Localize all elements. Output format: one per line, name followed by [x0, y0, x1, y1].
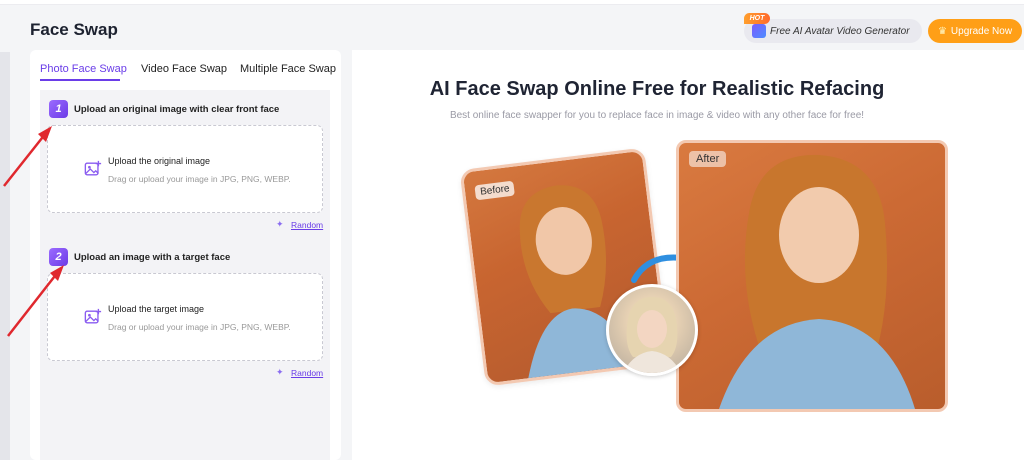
after-label: After [689, 151, 727, 167]
step-1-label: Upload an original image with clear fron… [74, 104, 280, 115]
original-image-dropzone[interactable]: Upload the original image Drag or upload… [47, 125, 323, 213]
target-image-dropzone[interactable]: Upload the target image Drag or upload y… [47, 273, 323, 361]
image-upload-icon [84, 308, 102, 324]
upload-target-hint: Drag or upload your image in JPG, PNG, W… [108, 322, 291, 332]
wand-icon: ✦ [276, 367, 284, 377]
upload-target-title: Upload the target image [108, 304, 205, 314]
target-face-portrait [623, 297, 681, 373]
upgrade-now-button[interactable]: ♛ Upgrade Now [928, 19, 1022, 43]
tab-multiple-face-swap[interactable]: Multiple Face Swap [240, 63, 336, 75]
upload-original-hint: Drag or upload your image in JPG, PNG, W… [108, 174, 291, 184]
hero-subtitle: Best online face swapper for you to repl… [449, 110, 865, 121]
avatar-btn-label: Free AI Avatar Video Generator [770, 25, 910, 37]
tab-video-face-swap[interactable]: Video Face Swap [141, 63, 227, 75]
steps-area: 1 Upload an original image with clear fr… [40, 90, 330, 460]
top-border [0, 0, 1024, 5]
target-face-thumbnail [606, 284, 698, 376]
upload-original-title: Upload the original image [108, 156, 211, 166]
image-upload-icon [84, 160, 102, 176]
wand-icon: ✦ [276, 219, 284, 229]
right-panel: AI Face Swap Online Free for Realistic R… [352, 50, 1024, 460]
crown-icon: ♛ [937, 25, 947, 37]
avatar-logo-icon [752, 24, 766, 38]
hot-badge: HOT [744, 13, 770, 24]
after-portrait [719, 154, 915, 409]
after-image: After [676, 140, 948, 412]
random-original-link[interactable]: Random [291, 220, 323, 230]
random-target-link[interactable]: Random [291, 368, 323, 378]
step-2-label: Upload an image with a target face [74, 252, 231, 263]
annotation-arrows [3, 126, 64, 337]
hero-title: AI Face Swap Online Free for Realistic R… [429, 78, 885, 100]
avatar-video-generator-button[interactable]: Free AI Avatar Video Generator [744, 19, 922, 43]
upgrade-label: Upgrade Now [950, 25, 1013, 37]
